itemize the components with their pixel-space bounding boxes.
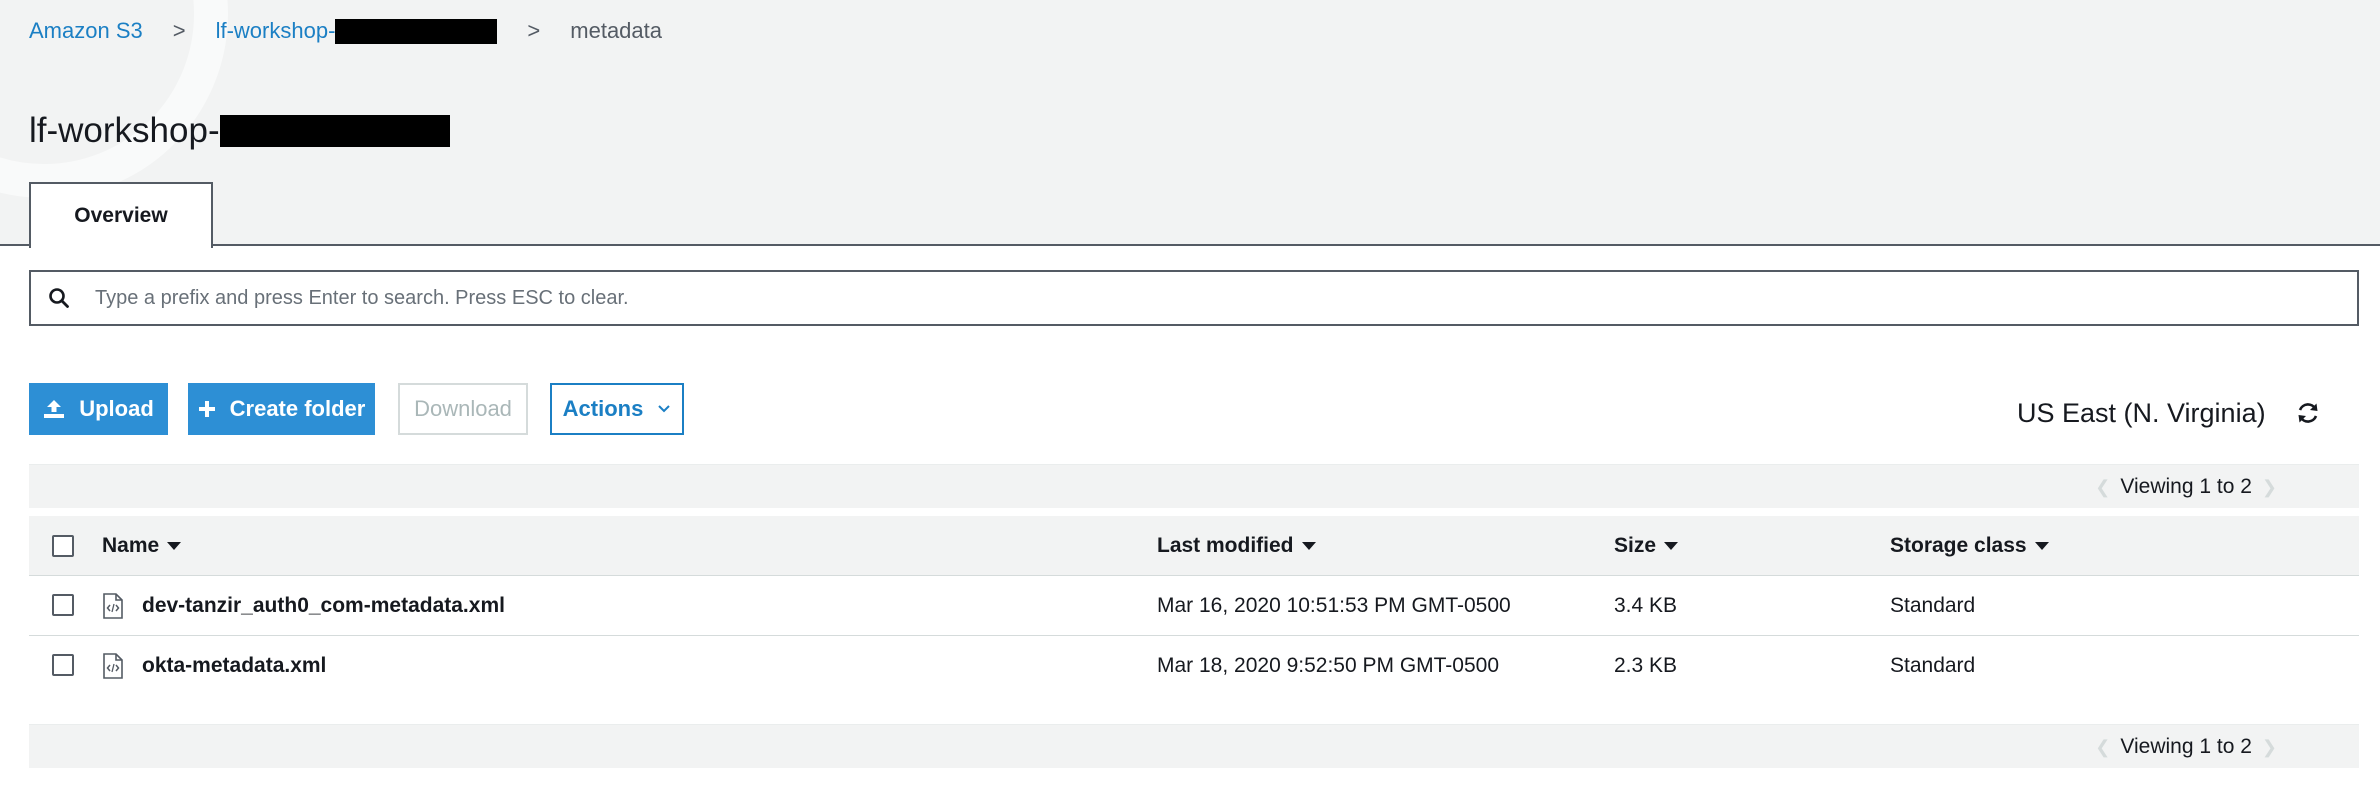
- table-row: dev-tanzir_auth0_com-metadata.xml Mar 16…: [29, 576, 2359, 636]
- plus-icon: [198, 400, 216, 418]
- table-header: Name Last modified Size Storage class: [29, 516, 2359, 576]
- column-header-name[interactable]: Name: [102, 516, 182, 575]
- last-modified-cell: Mar 16, 2020 10:51:53 PM GMT-0500: [1157, 593, 1511, 617]
- next-page-icon[interactable]: ❯: [2262, 737, 2277, 758]
- pagination-bar-top: ❮ Viewing 1 to 2 ❯: [29, 464, 2359, 508]
- sort-caret-icon: [167, 541, 182, 550]
- column-header-last-modified[interactable]: Last modified: [1157, 516, 1316, 575]
- last-modified-cell: Mar 18, 2020 9:52:50 PM GMT-0500: [1157, 653, 1500, 677]
- redacted-bucket-suffix: [335, 19, 498, 45]
- create-folder-button[interactable]: Create folder: [188, 383, 375, 435]
- select-all-checkbox[interactable]: [52, 535, 74, 557]
- chevron-down-icon: [657, 404, 671, 414]
- pagination-top: ❮ Viewing 1 to 2 ❯: [2085, 465, 2287, 509]
- sort-caret-icon: [2034, 541, 2049, 550]
- page-title-label: lf-workshop-: [29, 111, 220, 150]
- previous-page-icon[interactable]: ❮: [2095, 737, 2110, 758]
- breadcrumb-current: metadata: [570, 18, 662, 43]
- column-header-name-label: Name: [102, 533, 160, 557]
- search-box: [29, 270, 2359, 326]
- sort-caret-icon: [1664, 541, 1679, 550]
- actions-label: Actions: [562, 396, 644, 421]
- pagination-label: Viewing 1 to 2: [2120, 735, 2252, 758]
- upload-icon: [43, 399, 65, 419]
- storage-class-cell: Standard: [1890, 593, 1976, 617]
- active-tab-indicator: [31, 244, 211, 248]
- file-name-link[interactable]: dev-tanzir_auth0_com-metadata.xml: [142, 576, 505, 635]
- table-row: okta-metadata.xml Mar 18, 2020 9:52:50 P…: [29, 636, 2359, 696]
- xml-file-icon: [102, 653, 124, 679]
- row-checkbox[interactable]: [52, 654, 74, 676]
- pagination-bottom: ❮ Viewing 1 to 2 ❯: [2085, 725, 2287, 769]
- upload-button[interactable]: Upload: [29, 383, 168, 435]
- size-cell: 2.3 KB: [1614, 653, 1678, 677]
- column-header-storage-class[interactable]: Storage class: [1890, 516, 2049, 575]
- redacted-title-suffix: [219, 115, 450, 147]
- breadcrumb-bucket-label: lf-workshop-: [215, 17, 336, 43]
- breadcrumb-separator: >: [527, 18, 541, 43]
- breadcrumb-separator: >: [172, 18, 186, 43]
- upload-label: Upload: [79, 396, 154, 421]
- row-checkbox[interactable]: [52, 594, 74, 616]
- column-header-size-label: Size: [1614, 533, 1657, 557]
- tab-overview[interactable]: Overview: [29, 182, 213, 248]
- sort-caret-icon: [1301, 541, 1316, 550]
- page-title: lf-workshop-: [29, 108, 450, 154]
- create-folder-label: Create folder: [229, 396, 366, 421]
- column-header-size[interactable]: Size: [1614, 516, 1679, 575]
- header-area: Amazon S3 > lf-workshop- > metadata lf-w…: [0, 0, 2380, 246]
- next-page-icon[interactable]: ❯: [2262, 477, 2277, 498]
- download-button[interactable]: Download: [398, 383, 528, 435]
- search-input[interactable]: [87, 277, 2357, 319]
- breadcrumb-amazon-s3[interactable]: Amazon S3: [29, 18, 143, 44]
- region-label: US East (N. Virginia): [2017, 398, 2266, 428]
- column-header-last-modified-label: Last modified: [1157, 533, 1294, 557]
- size-cell: 3.4 KB: [1614, 593, 1678, 617]
- breadcrumb-bucket[interactable]: lf-workshop-: [216, 18, 498, 45]
- download-label: Download: [414, 396, 512, 421]
- refresh-icon[interactable]: [2295, 400, 2321, 426]
- column-header-storage-class-label: Storage class: [1890, 533, 2027, 557]
- storage-class-cell: Standard: [1890, 653, 1976, 677]
- previous-page-icon[interactable]: ❮: [2095, 477, 2110, 498]
- breadcrumb: Amazon S3 > lf-workshop- > metadata: [29, 16, 662, 46]
- actions-dropdown[interactable]: Actions: [550, 383, 684, 435]
- xml-file-icon: [102, 593, 124, 619]
- file-name-link[interactable]: okta-metadata.xml: [142, 636, 326, 695]
- pagination-bar-bottom: ❮ Viewing 1 to 2 ❯: [29, 724, 2359, 768]
- pagination-label: Viewing 1 to 2: [2120, 475, 2252, 498]
- search-icon: [31, 272, 87, 324]
